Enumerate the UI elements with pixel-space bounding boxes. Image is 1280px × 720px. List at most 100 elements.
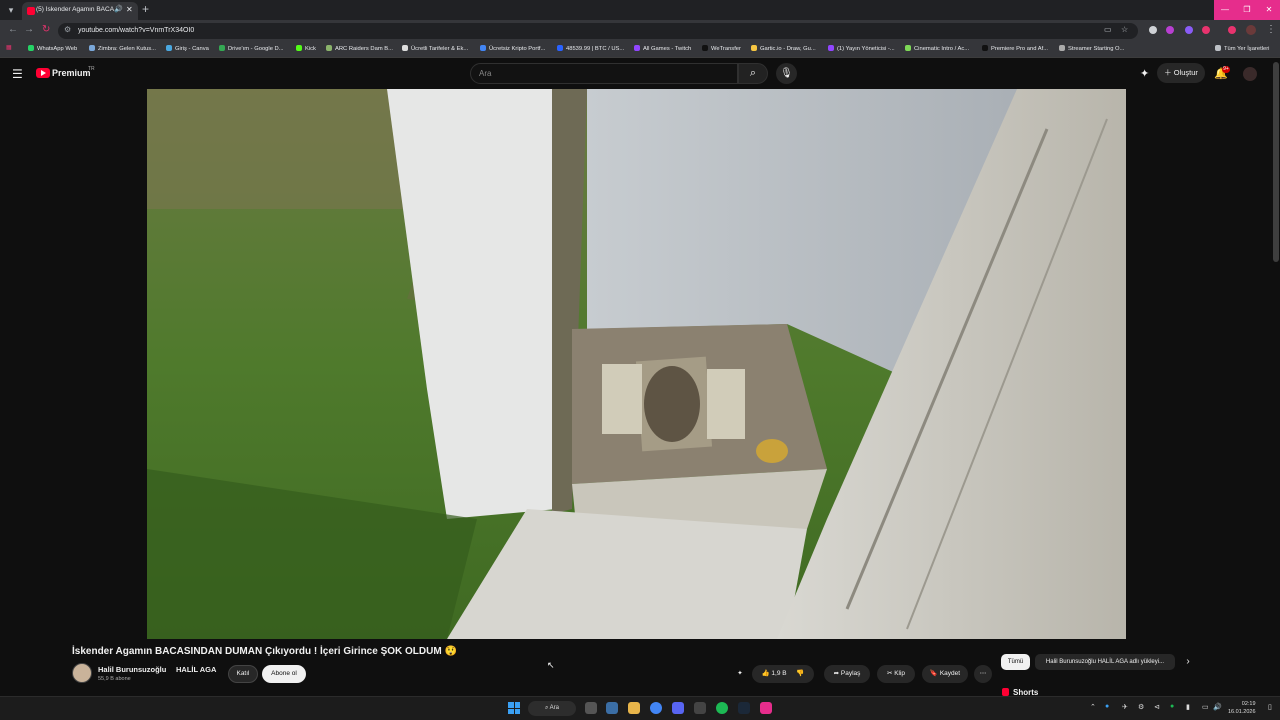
shield-extension-icon[interactable] bbox=[1149, 26, 1157, 34]
bookmark-item[interactable]: (1) Yayın Yöneticisi -... bbox=[828, 45, 895, 52]
clip-button[interactable]: ✂ Klip bbox=[877, 665, 915, 683]
tray-app-icon[interactable]: ▮ bbox=[1186, 703, 1190, 711]
bookmark-item[interactable]: WhatsApp Web bbox=[28, 45, 77, 52]
extension-icon[interactable] bbox=[1185, 26, 1193, 34]
bookmark-item[interactable]: Ücretli Tarifeler & Ek... bbox=[402, 45, 468, 52]
bookmark-item[interactable]: All Games - Twitch bbox=[634, 45, 691, 52]
bookmarks-bar: ▦ WhatsApp Web Zimbra: Gelen Kutus... Gi… bbox=[0, 42, 1280, 58]
gemini-ask-icon[interactable]: ✦ bbox=[733, 665, 747, 683]
steam-icon[interactable] bbox=[738, 702, 750, 714]
tab-close-icon[interactable]: ✕ bbox=[126, 5, 133, 14]
forward-icon[interactable]: → bbox=[24, 24, 34, 35]
microphone-icon: 🎙 bbox=[780, 68, 793, 79]
subscribe-button[interactable]: Abone ol bbox=[262, 665, 306, 683]
new-tab-button[interactable]: + bbox=[142, 2, 149, 16]
tray-app-icon[interactable]: ⚙ bbox=[1138, 703, 1144, 711]
channel-avatar[interactable] bbox=[72, 663, 92, 683]
youtube-premium-label[interactable]: Premium bbox=[52, 68, 91, 78]
bookmark-item[interactable]: ARC Raiders Dam B... bbox=[326, 45, 393, 52]
site-info-icon[interactable]: ⚙ bbox=[64, 25, 71, 34]
minimize-button[interactable]: — bbox=[1214, 0, 1236, 20]
taskbar-clock[interactable]: 02:19 16.01.2026 bbox=[1228, 700, 1256, 716]
bookmark-item[interactable]: Drive'ım - Google D... bbox=[219, 45, 284, 52]
bookmark-item[interactable]: Ücretsiz Kripto Portf... bbox=[480, 45, 545, 52]
sidebar-toggle-icon[interactable] bbox=[1228, 26, 1236, 34]
extension-icon[interactable] bbox=[1166, 26, 1174, 34]
chip-uploader[interactable]: Halil Burunsuzoğlu HALİL AGA adlı yükley… bbox=[1035, 654, 1175, 670]
share-icon: ➦ bbox=[833, 670, 840, 677]
bookmark-item[interactable]: WeTransfer bbox=[702, 45, 741, 52]
account-avatar[interactable] bbox=[1243, 67, 1257, 81]
bookmark-item[interactable]: Zimbra: Gelen Kutus... bbox=[89, 45, 156, 52]
bookmark-star-icon[interactable]: ☆ bbox=[1121, 25, 1128, 34]
network-icon[interactable]: ▭ bbox=[1202, 703, 1209, 711]
restore-button[interactable]: ❐ bbox=[1236, 0, 1258, 20]
gemini-icon[interactable]: ✦ bbox=[1140, 67, 1149, 80]
like-button[interactable]: 👍 1,9 B bbox=[762, 670, 787, 677]
spotify-icon[interactable] bbox=[716, 702, 728, 714]
bookmark-item[interactable]: Cinematic Intro / Ac... bbox=[905, 45, 969, 52]
youtube-logo-icon[interactable] bbox=[36, 68, 50, 78]
app-icon[interactable] bbox=[760, 702, 772, 714]
bookmark-item[interactable]: Giriş - Canva bbox=[166, 45, 209, 52]
windows-start-icon[interactable] bbox=[508, 702, 520, 714]
voice-search-button[interactable]: 🎙 bbox=[776, 63, 797, 84]
create-button[interactable]: ＋ Oluştur bbox=[1157, 63, 1205, 83]
windows-taskbar: ⌕ Ara ⌃ ● ✈ ⚙ ⊲ ● ▮ ▭ 🔊 02:19 16.01.2026… bbox=[0, 696, 1280, 720]
channel-name[interactable]: Halil Burunsuzoğlu bbox=[98, 665, 166, 674]
tray-app-icon[interactable]: ⊲ bbox=[1154, 703, 1160, 711]
app-icon[interactable] bbox=[694, 702, 706, 714]
widgets-icon[interactable] bbox=[606, 702, 618, 714]
chip-all[interactable]: Tümü bbox=[1001, 654, 1030, 670]
back-icon[interactable]: ← bbox=[8, 24, 18, 35]
task-view-icon[interactable] bbox=[585, 702, 597, 714]
tray-app-icon[interactable]: ● bbox=[1105, 703, 1109, 710]
chevron-right-icon[interactable]: › bbox=[1180, 654, 1196, 670]
notification-center-icon[interactable]: ▯ bbox=[1268, 703, 1272, 711]
tab-search-icon[interactable]: ▾ bbox=[4, 3, 18, 17]
bookmark-item[interactable]: 48539.99 | BTC / US... bbox=[557, 45, 624, 52]
share-button[interactable]: ➦ Paylaş bbox=[824, 665, 870, 683]
page-scrollbar[interactable] bbox=[1273, 62, 1279, 262]
tab-audio-icon[interactable]: 🔊 bbox=[114, 5, 123, 13]
guide-menu-icon[interactable]: ☰ bbox=[12, 67, 23, 81]
more-actions-button[interactable]: ⋯ bbox=[974, 665, 992, 683]
browser-tab-active[interactable]: (5) İskender Agamın BACA... 🔊 ✕ bbox=[22, 2, 138, 20]
volume-icon[interactable]: 🔊 bbox=[1213, 703, 1222, 711]
cast-icon[interactable]: ▭ bbox=[1104, 25, 1112, 34]
tray-overflow-icon[interactable]: ⌃ bbox=[1090, 703, 1096, 711]
window-controls: — ❐ ✕ bbox=[1214, 0, 1280, 20]
scissors-icon: ✂ bbox=[886, 670, 893, 677]
clock-date: 16.01.2026 bbox=[1228, 709, 1256, 715]
search-input[interactable]: Ara bbox=[470, 63, 738, 84]
join-button[interactable]: Katıl bbox=[228, 665, 258, 683]
tab-title: (5) İskender Agamın BACA... bbox=[36, 6, 116, 13]
browser-menu-icon[interactable]: ⋮ bbox=[1266, 24, 1276, 35]
bookmark-item[interactable]: Kick bbox=[296, 45, 316, 52]
chrome-icon[interactable] bbox=[650, 702, 662, 714]
profile-avatar[interactable] bbox=[1246, 25, 1256, 35]
close-window-button[interactable]: ✕ bbox=[1258, 0, 1280, 20]
taskbar-search[interactable]: ⌕ Ara bbox=[528, 701, 576, 716]
save-button[interactable]: 🔖 Kaydet bbox=[922, 665, 968, 683]
apps-grid-icon[interactable]: ▦ bbox=[6, 45, 11, 51]
bookmark-item[interactable]: Gartic.io - Draw, Gu... bbox=[751, 45, 816, 52]
dislike-icon[interactable]: 👎 bbox=[796, 670, 804, 677]
video-player[interactable] bbox=[147, 89, 1126, 639]
tray-app-icon[interactable]: ● bbox=[1170, 703, 1174, 710]
bookmark-item[interactable]: Streamer Starting O... bbox=[1059, 45, 1124, 52]
video-title: İskender Agamın BACASINDAN DUMAN Çıkıyor… bbox=[72, 646, 457, 657]
file-explorer-icon[interactable] bbox=[628, 702, 640, 714]
discord-icon[interactable] bbox=[672, 702, 684, 714]
search-button[interactable]: ⌕ bbox=[738, 63, 768, 84]
omnibox[interactable]: ⚙ youtube.com/watch?v=VnmTrX34OI0 ▭ ☆ bbox=[58, 23, 1138, 39]
mouse-cursor-icon: ↖ bbox=[547, 660, 555, 670]
bookmark-item[interactable]: Premiere Pro and Af... bbox=[982, 45, 1048, 52]
extensions-icon[interactable] bbox=[1202, 26, 1210, 34]
channel-tag: HALİL AGA bbox=[176, 665, 217, 674]
video-frame bbox=[147, 89, 1126, 639]
reload-icon[interactable]: ↻ bbox=[42, 24, 50, 35]
all-bookmarks-folder[interactable]: Tüm Yer İşaretleri bbox=[1215, 45, 1269, 52]
shorts-icon bbox=[1002, 688, 1009, 696]
tray-app-icon[interactable]: ✈ bbox=[1122, 703, 1128, 711]
